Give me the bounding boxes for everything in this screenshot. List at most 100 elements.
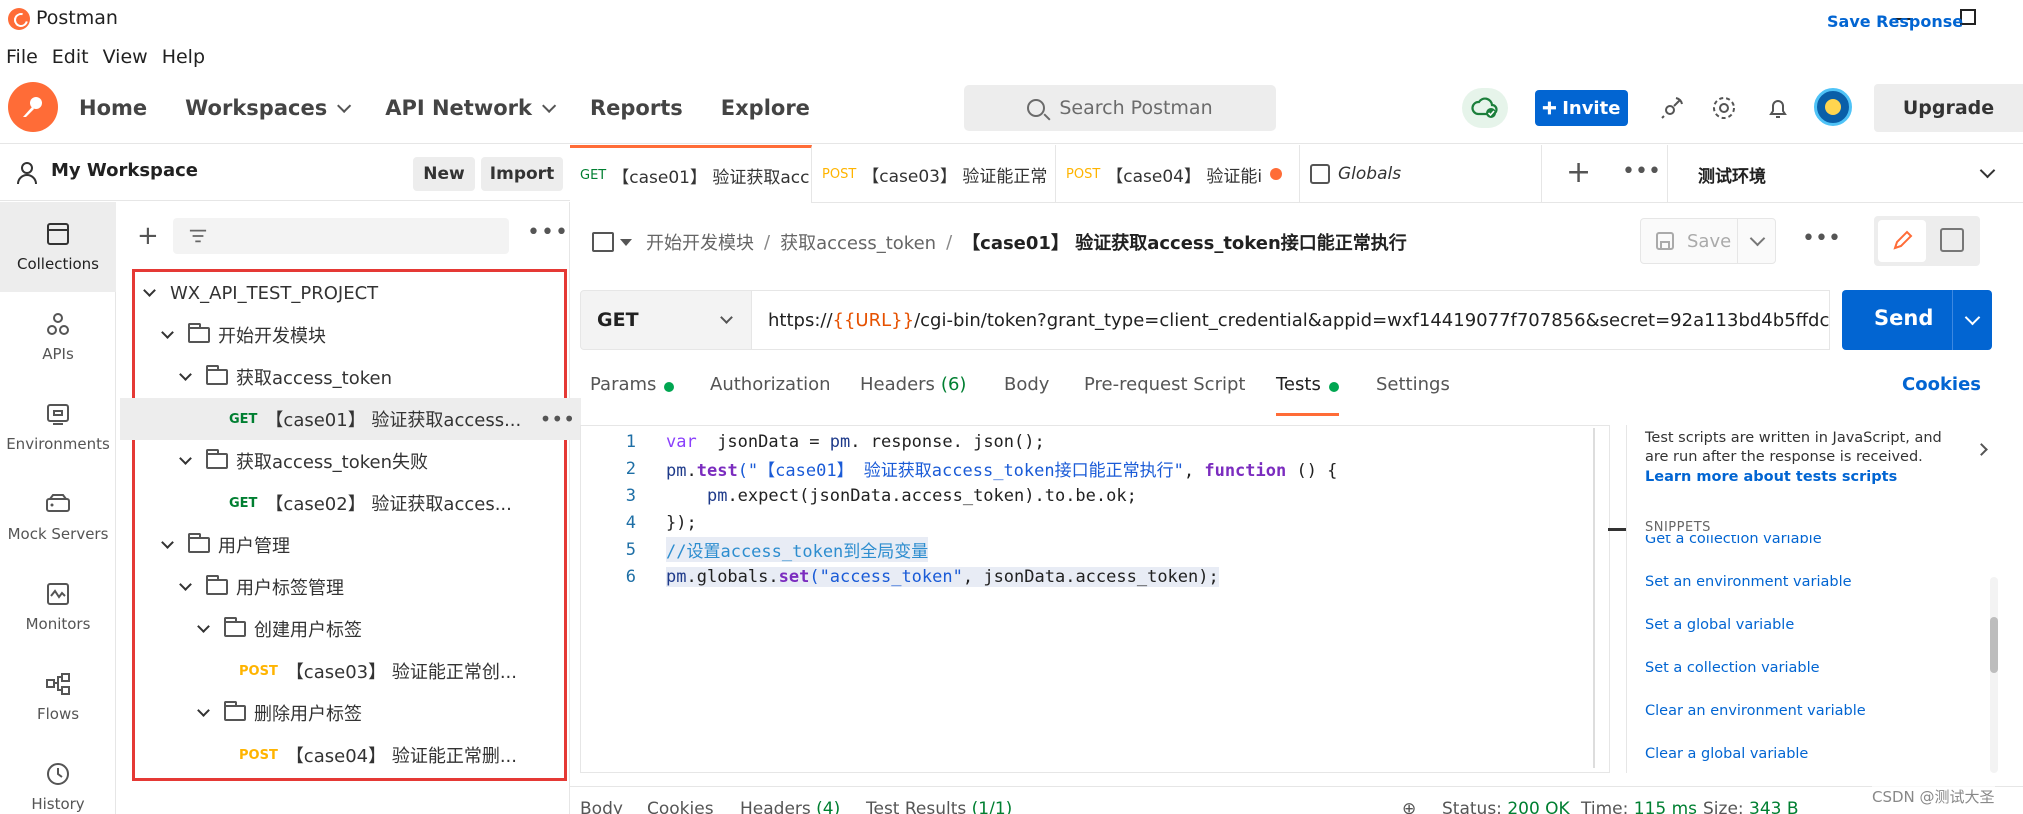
breadcrumb-subfolder[interactable]: 获取access_token	[780, 229, 936, 255]
tab-params[interactable]: Params	[590, 370, 675, 416]
snippet-item[interactable]: Set a collection variable	[1645, 660, 1820, 676]
tree-folder-item[interactable]: 用户管理	[135, 524, 564, 566]
import-button[interactable]: Import	[481, 157, 563, 191]
nav-api-network[interactable]: API Network	[366, 96, 571, 120]
test-script-editor[interactable]: 1 var jsonData = pm. response. json(); 2 pm…	[580, 425, 1610, 773]
edit-mode-button[interactable]	[1878, 220, 1926, 262]
invite-button[interactable]: ➕︎ Invite	[1535, 90, 1628, 126]
rail-item-flows[interactable]: Flows	[0, 652, 116, 742]
more-options-icon[interactable]: •••	[527, 220, 569, 245]
learn-more-link[interactable]: Learn more about tests scripts	[1645, 469, 1897, 485]
resp-tab-test-results[interactable]: Test Results (1/1)	[866, 799, 1012, 814]
postman-home-logo-icon[interactable]	[8, 82, 58, 132]
url-input[interactable]: https://{{URL}}/cgi-bin/token?grant_type…	[752, 290, 1830, 350]
tree-folder-item[interactable]: 用户标签管理	[135, 566, 564, 608]
new-tab-icon[interactable]: +	[1566, 155, 1591, 190]
documentation-icon[interactable]	[1940, 228, 1964, 252]
tab-case03[interactable]: POST 【case03】 验证能正常	[812, 145, 1056, 203]
rail-item-collections[interactable]: Collections	[0, 202, 116, 292]
resp-tab-body[interactable]: Body	[580, 799, 623, 814]
send-dropdown[interactable]	[1952, 290, 1992, 350]
nav-workspaces[interactable]: Workspaces	[166, 96, 366, 120]
tab-pre-request-script[interactable]: Pre-request Script	[1084, 370, 1245, 416]
send-button[interactable]: Send	[1842, 290, 1992, 350]
chevron-down-icon	[720, 311, 733, 324]
panel-resize-handle[interactable]	[1608, 528, 1626, 531]
rail-item-mock-servers[interactable]: Mock Servers	[0, 472, 116, 562]
tabs-more-icon[interactable]: •••	[1622, 159, 1661, 184]
snippets-scrollbar[interactable]	[1990, 577, 1998, 773]
snippet-item[interactable]: Clear an environment variable	[1645, 703, 1866, 719]
scrollbar-thumb[interactable]	[1990, 617, 1998, 673]
tab-authorization[interactable]: Authorization	[710, 370, 831, 416]
nav-home[interactable]: Home	[60, 96, 166, 120]
bell-icon[interactable]	[1764, 94, 1792, 122]
chevron-down-icon[interactable]	[197, 704, 210, 717]
tree-folder-item[interactable]: 获取access_token失败	[135, 440, 564, 482]
method-select[interactable]: GET	[580, 290, 752, 350]
chevron-down-icon[interactable]	[179, 368, 192, 381]
snippet-item[interactable]: Set a global variable	[1645, 617, 1794, 633]
collapse-panel-icon[interactable]	[1975, 443, 1988, 456]
cloud-sync-icon[interactable]	[1462, 88, 1508, 128]
new-button[interactable]: New	[413, 157, 475, 191]
tree-collection-item[interactable]: WX_API_TEST_PROJECT	[135, 272, 564, 314]
tab-case01[interactable]: GET 【case01】 验证获取acc	[570, 145, 812, 203]
filter-input[interactable]	[173, 218, 509, 254]
tree-folder-item[interactable]: 创建用户标签	[135, 608, 564, 650]
request-more-icon[interactable]: •••	[1802, 226, 1841, 251]
tab-globals[interactable]: Globals	[1300, 145, 1542, 203]
snippet-item[interactable]: Clear a global variable	[1645, 746, 1808, 762]
tree-request-item[interactable]: POST 【case03】 验证能正常创...	[135, 650, 564, 692]
avatar[interactable]	[1814, 88, 1852, 126]
environment-select[interactable]: 测试环境	[1667, 145, 2023, 203]
tree-request-item[interactable]: GET 【case01】 验证获取access... •••	[120, 398, 581, 440]
tree-folder-item[interactable]: 删除用户标签	[135, 692, 564, 734]
tree-folder-item[interactable]: 获取access_token	[135, 356, 564, 398]
resp-tab-cookies[interactable]: Cookies	[647, 799, 714, 814]
menu-view[interactable]: View	[97, 42, 156, 74]
tab-case04[interactable]: POST 【case04】 验证能i	[1056, 145, 1300, 203]
breadcrumb-folder[interactable]: 开始开发模块	[646, 229, 754, 255]
gear-icon[interactable]	[1710, 94, 1738, 122]
chevron-down-icon[interactable]	[143, 284, 156, 297]
nav-reports[interactable]: Reports	[571, 96, 702, 120]
menu-help[interactable]: Help	[156, 42, 213, 74]
chevron-down-icon[interactable]	[161, 326, 174, 339]
save-button[interactable]: Save	[1640, 218, 1776, 264]
rail-item-monitors[interactable]: Monitors	[0, 562, 116, 652]
chevron-down-icon[interactable]	[161, 536, 174, 549]
nav-explore[interactable]: Explore	[702, 96, 829, 120]
chevron-down-icon[interactable]	[179, 452, 192, 465]
tab-headers[interactable]: Headers (6)	[860, 370, 966, 416]
workspace-title[interactable]: My Workspace	[51, 160, 198, 181]
editor-scrollbar[interactable]	[1593, 428, 1595, 768]
request-title[interactable]: 【case01】 验证获取access_token接口能正常执行	[962, 229, 1407, 255]
chevron-down-icon[interactable]	[197, 620, 210, 633]
tree-request-item[interactable]: POST 【case04】 验证能正常删...	[135, 734, 564, 776]
tree-request-item[interactable]: GET 【case02】 验证获取acces...	[135, 482, 564, 524]
tab-tests[interactable]: Tests	[1276, 370, 1339, 416]
caret-down-icon[interactable]	[620, 238, 632, 246]
line-number: 4	[625, 512, 636, 533]
tree-folder-item[interactable]: 开始开发模块	[135, 314, 564, 356]
item-more-icon[interactable]: •••	[540, 407, 575, 431]
satellite-icon[interactable]	[1658, 94, 1686, 122]
upgrade-button[interactable]: Upgrade	[1874, 84, 2023, 132]
chevron-down-icon[interactable]	[179, 578, 192, 591]
cookies-link[interactable]: Cookies	[1902, 374, 1981, 395]
add-collection-icon[interactable]: +	[137, 221, 159, 251]
snippet-item[interactable]: Set an environment variable	[1645, 574, 1852, 590]
save-response-button[interactable]: Save Response	[1827, 12, 1963, 31]
rail-item-environments[interactable]: Environments	[0, 382, 116, 472]
tab-body[interactable]: Body	[1004, 370, 1049, 416]
search-box[interactable]: Search Postman	[964, 85, 1276, 131]
tab-settings[interactable]: Settings	[1376, 370, 1450, 416]
rail-item-apis[interactable]: APIs	[0, 292, 116, 382]
code-line: 4});	[581, 509, 1589, 536]
menu-file[interactable]: File	[0, 42, 46, 74]
save-dropdown[interactable]	[1737, 219, 1777, 263]
menu-edit[interactable]: Edit	[46, 42, 97, 74]
rail-item-history[interactable]: History	[0, 742, 116, 814]
resp-tab-headers[interactable]: Headers (4)	[740, 799, 840, 814]
